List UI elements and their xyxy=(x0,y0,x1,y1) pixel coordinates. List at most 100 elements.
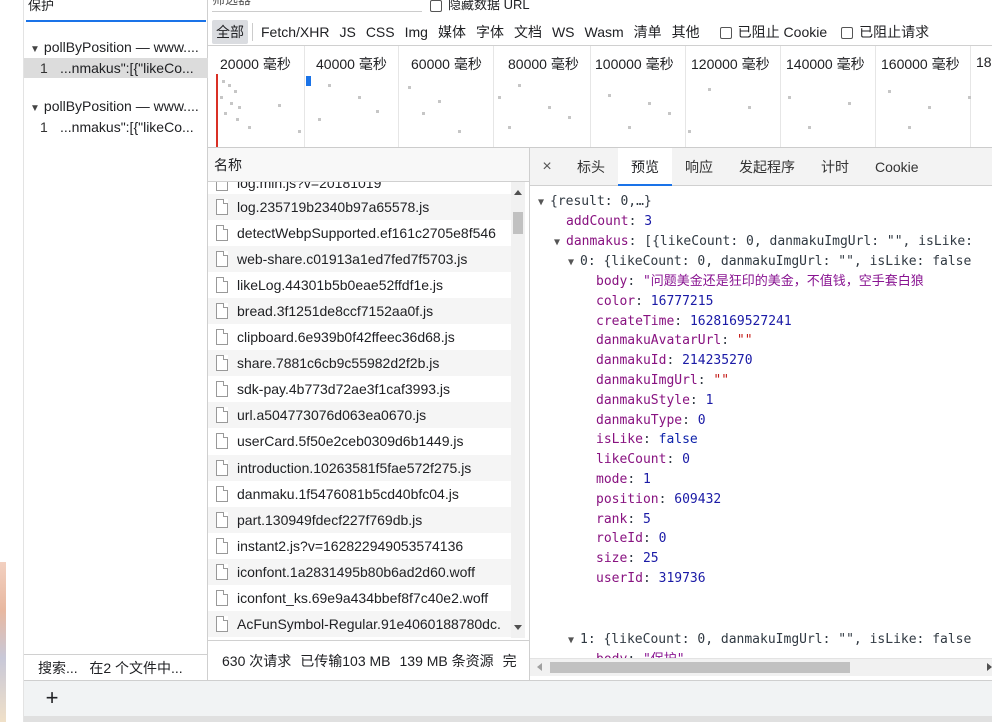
scrollbar-thumb[interactable] xyxy=(513,212,523,234)
request-row[interactable]: iconfont_ks.69e9a434bbef8f7c40e2.woff xyxy=(208,585,512,611)
tree-key: likeCount xyxy=(596,452,667,468)
file-icon xyxy=(216,512,228,528)
filter-row: 筛选器 隐藏数据 URL xyxy=(208,0,992,18)
tree-value: 25 xyxy=(642,551,659,567)
scrollbar-thumb[interactable] xyxy=(550,662,850,673)
network-overview-timeline[interactable]: 20000 毫秒 40000 毫秒 60000 毫秒 80000 毫秒 1000… xyxy=(208,46,992,148)
request-row[interactable]: userCard.5f50e2ceb0309d6b1449.js xyxy=(208,428,512,454)
tree-node[interactable]: ▼ danmakus: [{likeCount: 0, danmakuImgUrl… xyxy=(554,232,973,252)
chevron-down-icon[interactable]: ▼ xyxy=(568,253,580,273)
blocked-requests-checkbox[interactable] xyxy=(841,27,854,40)
request-name: introduction.10263581f5fae572f275.js xyxy=(237,460,472,476)
request-name: url.a504773076d063ea0670.js xyxy=(237,407,427,423)
type-filter-ws[interactable]: WS xyxy=(548,18,579,46)
tree-value: 609432 xyxy=(674,491,722,507)
request-row[interactable]: sdk-pay.4b773d72ae3f1caf3993.js xyxy=(208,376,512,402)
timeline-request-dot xyxy=(222,80,225,83)
type-filter-manifest[interactable]: 清单 xyxy=(630,18,666,46)
timeline-request-dot xyxy=(238,106,241,109)
chevron-down-icon[interactable]: ▼ xyxy=(30,39,40,58)
type-filter-wasm[interactable]: Wasm xyxy=(581,18,628,46)
tree-colon: : xyxy=(721,333,737,349)
search-result-file[interactable]: ▼ pollByPosition — www.... xyxy=(24,36,208,58)
request-name: detectWebpSupported.ef161c2705e8f546 xyxy=(237,225,496,241)
tree-property: isLike: false xyxy=(596,430,698,450)
type-filter-img[interactable]: Img xyxy=(401,18,432,46)
timeline-tick-label: 20000 毫秒 xyxy=(220,56,291,72)
request-row[interactable]: part.130949fdecf227f769db.js xyxy=(208,507,512,533)
blocked-cookies-option[interactable]: 已阻止 Cookie xyxy=(719,18,827,46)
tree-colon: : xyxy=(666,353,683,369)
chevron-down-icon[interactable]: ▼ xyxy=(568,631,580,651)
tree-colon: : xyxy=(689,392,706,408)
request-row[interactable]: introduction.10263581f5fae572f275.js xyxy=(208,455,512,481)
filter-input[interactable]: 筛选器 xyxy=(212,0,422,12)
scroll-right-icon[interactable] xyxy=(987,663,992,671)
close-icon[interactable]: × xyxy=(530,148,564,186)
tree-colon: : xyxy=(642,531,659,547)
add-button[interactable]: + xyxy=(40,687,64,711)
tree-property: color: 16777215 xyxy=(596,292,713,312)
tree-key: danmakuType xyxy=(596,412,683,428)
request-row[interactable]: clipboard.6e939b0f42ffeec36d68.js xyxy=(208,324,512,350)
request-row[interactable]: iconfont.1a2831495b80b6ad2d60.woff xyxy=(208,559,512,585)
hide-data-url-checkbox[interactable] xyxy=(430,0,442,12)
tab-preview[interactable]: 预览 xyxy=(618,148,672,186)
tree-node[interactable]: ▼ 0: {likeCount: 0, danmakuImgUrl: "", is… xyxy=(568,252,971,272)
type-filter-fetch-xhr[interactable]: Fetch/XHR xyxy=(257,18,333,46)
hide-data-url-option[interactable]: 隐藏数据 URL xyxy=(430,0,530,13)
tree-value: 0 xyxy=(658,531,667,547)
tab-response[interactable]: 响应 xyxy=(672,148,726,186)
request-row[interactable]: web-share.c01913a1ed7fed7f5703.js xyxy=(208,246,512,272)
request-row[interactable]: log.235719b2340b97a65578.js xyxy=(208,194,512,220)
request-row[interactable]: likeLog.44301b5b0eae52ffdf1e.js xyxy=(208,272,512,298)
scroll-left-icon[interactable] xyxy=(537,663,542,671)
type-filter-all[interactable]: 全部 xyxy=(212,20,248,44)
request-row[interactable]: danmaku.1f5476081b5cd40bfc04.js xyxy=(208,481,512,507)
request-row[interactable]: bread.3f1251de8ccf7152aa0f.js xyxy=(208,298,512,324)
tab-initiator[interactable]: 发起程序 xyxy=(726,148,808,186)
type-filter-doc[interactable]: 文档 xyxy=(510,18,546,46)
search-result-line[interactable]: 1 ...nmakus":[{"likeCo... xyxy=(24,117,208,137)
tree-colon: : xyxy=(642,432,659,448)
detail-horizontal-scrollbar[interactable] xyxy=(530,658,992,676)
request-row[interactable]: share.7881c6cb9c55982d2f2b.js xyxy=(208,350,512,376)
blocked-cookies-checkbox[interactable] xyxy=(719,27,732,40)
search-input[interactable]: 保护 xyxy=(26,0,206,22)
tree-node[interactable]: ▼ 1: {likeCount: 0, danmakuImgUrl: "", is… xyxy=(568,630,971,650)
timeline-gridline xyxy=(304,46,305,147)
request-row[interactable]: instant2.js?v=162822949053574136 xyxy=(208,533,512,559)
timeline-request-dot xyxy=(748,106,751,109)
request-row[interactable]: detectWebpSupported.ef161c2705e8f546 xyxy=(208,220,512,246)
blocked-requests-option[interactable]: 已阻止请求 xyxy=(841,18,929,46)
column-header-name[interactable]: 名称 xyxy=(208,148,529,182)
chevron-down-icon[interactable]: ▼ xyxy=(538,193,550,213)
type-filter-js[interactable]: JS xyxy=(335,18,359,46)
tree-colon: : xyxy=(628,214,645,229)
type-filter-font[interactable]: 字体 xyxy=(472,18,508,46)
request-list-scrollbar[interactable] xyxy=(511,182,525,638)
tab-cookies[interactable]: Cookie xyxy=(862,148,932,186)
timeline-request-dot xyxy=(668,112,671,115)
type-filter-other[interactable]: 其他 xyxy=(668,18,704,46)
type-filter-media[interactable]: 媒体 xyxy=(434,18,470,46)
search-result-file[interactable]: ▼ pollByPosition — www.... xyxy=(24,95,208,117)
request-row[interactable]: AcFunSymbol-Regular.91e4060188780dc. xyxy=(208,611,512,637)
timeline-request-dot xyxy=(248,126,251,129)
chevron-down-icon[interactable]: ▼ xyxy=(30,98,40,117)
left-gutter xyxy=(0,0,24,722)
scroll-down-icon[interactable] xyxy=(514,625,522,630)
request-name: iconfont_ks.69e9a434bbef8f7c40e2.woff xyxy=(237,590,489,606)
tree-property: roleId: 0 xyxy=(596,529,666,549)
request-row[interactable]: url.a504773076d063ea0670.js xyxy=(208,402,512,428)
timeline-tick-label: 140000 毫秒 xyxy=(786,56,865,72)
tab-headers[interactable]: 标头 xyxy=(564,148,618,186)
tree-root[interactable]: ▼ {result: 0,…} xyxy=(538,192,652,212)
scroll-up-icon[interactable] xyxy=(514,190,522,195)
tree-property: rank: 5 xyxy=(596,510,651,530)
type-filter-css[interactable]: CSS xyxy=(362,18,399,46)
type-separator xyxy=(252,23,253,41)
tab-timing[interactable]: 计时 xyxy=(808,148,862,186)
chevron-down-icon[interactable]: ▼ xyxy=(554,233,566,253)
search-result-line[interactable]: 1 ...nmakus":[{"likeCo... xyxy=(24,58,208,78)
